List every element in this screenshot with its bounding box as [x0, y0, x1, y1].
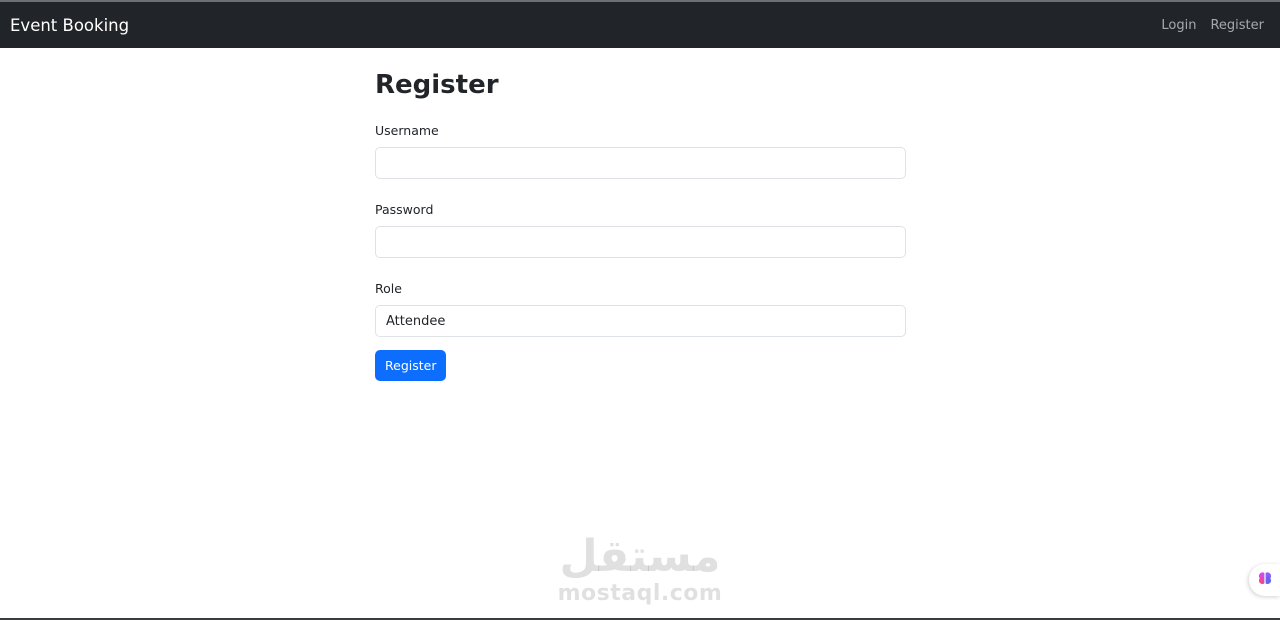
register-container: Register Username Password Role Attendee… [375, 48, 906, 381]
nav-links: Login Register [1161, 18, 1264, 33]
floating-assistant-button[interactable] [1249, 564, 1280, 596]
nav-link-login[interactable]: Login [1161, 18, 1196, 33]
password-field-group: Password [375, 202, 906, 258]
register-form: Username Password Role Attendee Register [375, 123, 906, 381]
watermark-logo: مستقل mostaql.com [540, 532, 740, 606]
password-input[interactable] [375, 226, 906, 258]
nav-link-register[interactable]: Register [1210, 18, 1264, 33]
page-title: Register [375, 70, 499, 100]
watermark-latin-text: mostaql.com [557, 581, 723, 606]
register-button[interactable]: Register [375, 350, 447, 381]
role-label: Role [375, 281, 402, 296]
navbar-brand[interactable]: Event Booking [10, 16, 129, 35]
watermark-arabic-text: مستقل [559, 531, 721, 582]
role-select[interactable]: Attendee [375, 305, 906, 337]
username-field-group: Username [375, 123, 906, 179]
role-field-group: Role Attendee [375, 281, 906, 337]
brain-icon [1257, 570, 1273, 590]
password-label: Password [375, 202, 434, 217]
username-label: Username [375, 123, 439, 138]
username-input[interactable] [375, 147, 906, 179]
role-select-value: Attendee [386, 313, 446, 329]
navbar: Event Booking Login Register [0, 2, 1280, 48]
